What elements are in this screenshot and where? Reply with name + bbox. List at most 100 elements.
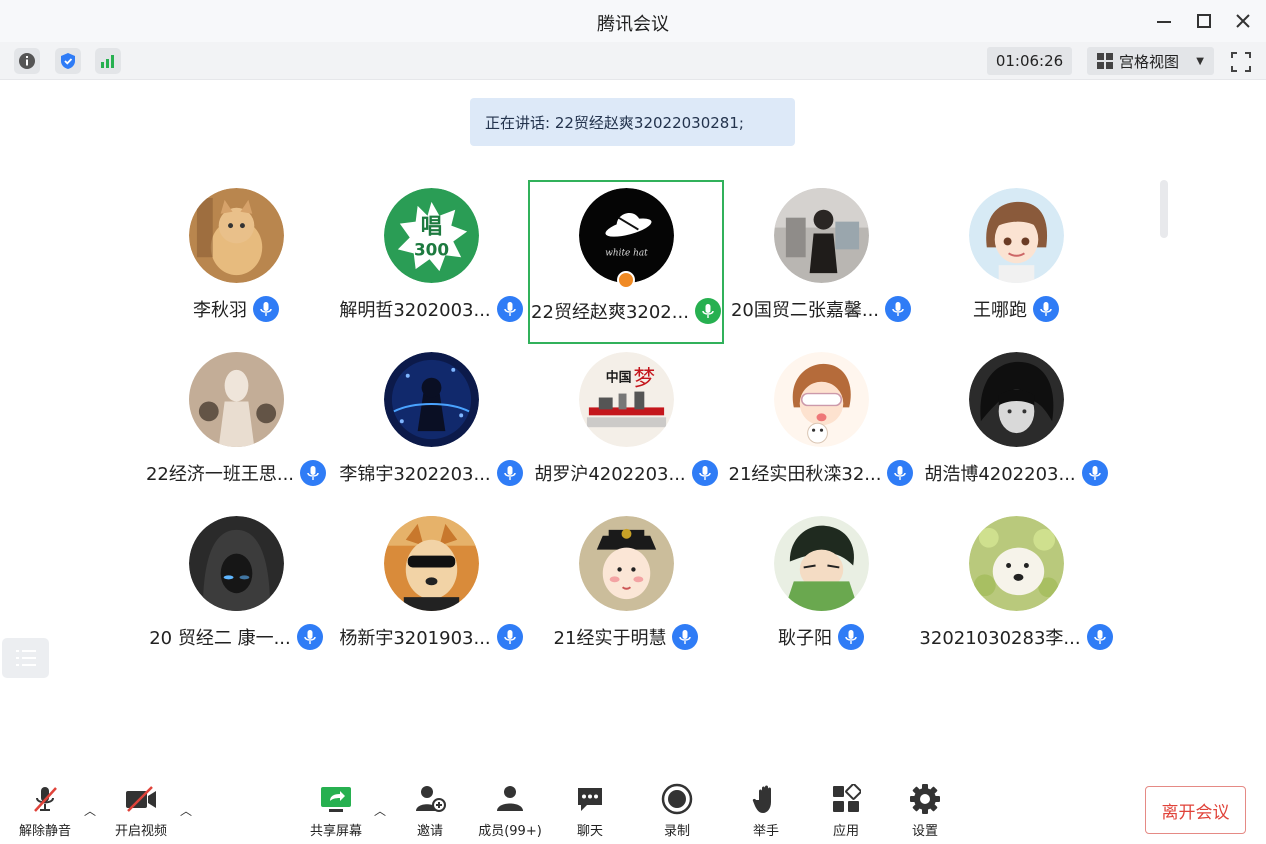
audio-options-chevron[interactable]: ︿: [84, 802, 96, 819]
info-button[interactable]: [14, 48, 40, 74]
participant-name-row: 22经济一班王思...: [138, 460, 334, 486]
mic-status-icon: [300, 460, 327, 486]
mic-status-icon: [496, 296, 523, 322]
members-icon: [497, 786, 523, 811]
video-options-chevron[interactable]: ︿: [180, 802, 192, 819]
participant-name: 21经实于明慧: [553, 628, 667, 649]
participant-name-row: 32021030283李...: [918, 624, 1114, 650]
record-button[interactable]: 录制: [637, 782, 717, 839]
network-status-button[interactable]: [95, 48, 121, 74]
security-button[interactable]: [55, 48, 81, 74]
record-label: 录制: [663, 824, 690, 839]
invite-button[interactable]: 邀请: [390, 782, 470, 839]
svg-text:300: 300: [414, 239, 449, 259]
microphone-icon: [679, 630, 692, 644]
participant-name: 20国贸二张嘉馨...: [730, 300, 880, 321]
maximize-button[interactable]: [1190, 8, 1218, 34]
microphone-icon: [1093, 630, 1106, 644]
share-screen-icon: [321, 787, 351, 812]
participant-tile[interactable]: 胡浩博4202203...: [918, 344, 1114, 508]
fullscreen-button[interactable]: [1228, 49, 1254, 75]
participant-name-row: 胡罗沪4202203...: [528, 460, 724, 486]
mic-status-icon: [838, 624, 864, 650]
participant-name-row: 21经实于明慧: [528, 624, 724, 650]
participant-tile[interactable]: 王哪跑: [918, 180, 1114, 344]
members-button[interactable]: 成员(99+): [470, 782, 550, 839]
microphone-icon: [307, 466, 319, 480]
invite-user-icon: [416, 786, 446, 812]
microphone-icon: [892, 302, 904, 316]
participant-name-row: 耿子阳: [723, 624, 919, 650]
minimize-button[interactable]: [1150, 8, 1178, 34]
host-badge-icon: [617, 271, 635, 289]
members-label: 成员(99+): [478, 824, 542, 839]
unmute-button[interactable]: 解除静音: [5, 782, 85, 839]
start-video-label: 开启视频: [114, 824, 167, 839]
participant-name: 王哪跑: [973, 300, 1027, 321]
participant-tile[interactable]: 21经实于明慧: [528, 508, 724, 672]
participant-tile[interactable]: 李锦宇3202203...: [333, 344, 529, 508]
svg-text:white hat: white hat: [605, 248, 648, 258]
close-icon: [1236, 14, 1250, 28]
mic-status-icon: [887, 460, 914, 486]
share-screen-label: 共享屏幕: [309, 824, 362, 839]
participant-tile[interactable]: 20 贸经二 康一...: [138, 508, 334, 672]
chat-label: 聊天: [576, 824, 603, 839]
participant-name: 杨新宇3201903...: [339, 628, 491, 649]
chat-button[interactable]: 聊天: [550, 782, 630, 839]
raise-hand-button[interactable]: 举手: [726, 782, 806, 839]
speaking-indicator: 正在讲话: 22贸经赵爽32022030281;: [470, 98, 795, 146]
mic-status-icon: [694, 298, 721, 324]
shield-icon: [61, 53, 75, 69]
participant-tile[interactable]: white hat 22贸经赵爽3202...: [528, 180, 724, 344]
participant-tile[interactable]: 李秋羽: [138, 180, 334, 344]
control-bar: 解除静音 ︿ 开启视频 ︿ 共享屏幕 ︿ 邀请 成员(99+) 聊天 录制 举手…: [0, 772, 1266, 844]
list-icon: [15, 650, 36, 666]
mic-status-icon: [496, 460, 523, 486]
microphone-icon: [260, 302, 272, 316]
settings-label: 设置: [911, 824, 938, 839]
avatar-cat-photo: [189, 188, 284, 283]
participant-tile[interactable]: 22经济一班王思...: [138, 344, 334, 508]
microphone-muted-icon: [34, 787, 57, 812]
leave-meeting-button[interactable]: 离开会议: [1145, 786, 1246, 834]
participant-tile[interactable]: 32021030283李...: [918, 508, 1114, 672]
share-options-chevron[interactable]: ︿: [374, 802, 386, 819]
mic-status-icon: [1033, 296, 1059, 322]
chat-bubble-icon: [578, 788, 602, 811]
avatar-cartoon-girl: [774, 352, 869, 447]
start-video-button[interactable]: 开启视频: [101, 782, 181, 839]
participant-tile[interactable]: 21经实田秋滦32...: [723, 344, 919, 508]
participant-name: 解明哲3202003...: [339, 300, 491, 321]
microphone-icon: [698, 466, 711, 480]
apps-grid-icon: [833, 784, 861, 812]
participant-tile[interactable]: 20国贸二张嘉馨...: [723, 180, 919, 344]
raise-hand-label: 举手: [752, 824, 779, 839]
mic-status-icon: [1081, 460, 1108, 486]
participant-tile[interactable]: 杨新宇3201903...: [333, 508, 529, 672]
microphone-icon: [503, 630, 516, 644]
participant-tile[interactable]: 耿子阳: [723, 508, 919, 672]
share-screen-button[interactable]: 共享屏幕: [296, 782, 376, 839]
window-title: 腾讯会议: [597, 14, 669, 35]
view-mode-dropdown[interactable]: 宫格视图 ▼: [1087, 47, 1214, 75]
participant-tile[interactable]: 唱 300 解明哲3202003...: [333, 180, 529, 344]
signal-bars-icon: [101, 55, 114, 68]
participant-name-row: 李锦宇3202203...: [333, 460, 529, 486]
meeting-timer: 01:06:26: [987, 47, 1072, 75]
avatar-green-300-badge: 唱 300: [384, 188, 479, 283]
close-button[interactable]: [1229, 8, 1257, 34]
apps-button[interactable]: 应用: [806, 782, 886, 839]
participant-name: 22贸经赵爽3202...: [531, 302, 689, 323]
chevron-down-icon: ▼: [1196, 56, 1204, 67]
mic-status-icon: [885, 296, 912, 322]
participant-tile[interactable]: 中国梦胡罗沪4202203...: [528, 344, 724, 508]
avatar-hooded-figure: [189, 516, 284, 611]
side-panel-toggle[interactable]: [2, 638, 49, 678]
gear-icon: [910, 784, 940, 814]
scrollbar-thumb[interactable]: [1160, 180, 1168, 238]
participant-name-row: 20国贸二张嘉馨...: [723, 296, 919, 322]
avatar-china-dream: 中国梦: [579, 352, 674, 447]
settings-button[interactable]: 设置: [885, 782, 965, 839]
participant-name-row: 22贸经赵爽3202...: [530, 298, 722, 324]
